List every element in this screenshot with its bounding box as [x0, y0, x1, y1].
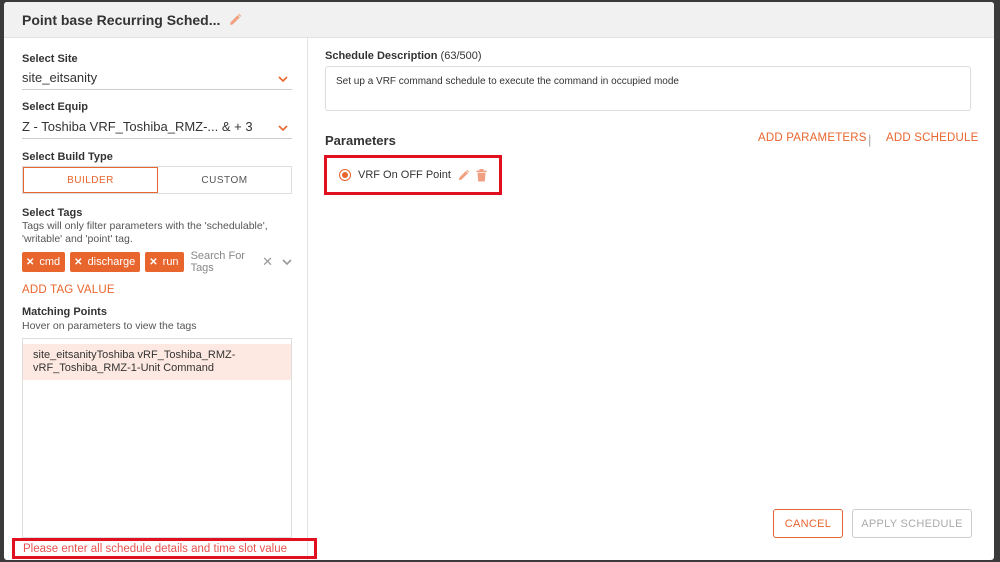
parameter-radio[interactable]	[339, 169, 351, 181]
dialog-titlebar: Point base Recurring Sched...	[4, 2, 994, 38]
equip-select[interactable]: Z - Toshiba VRF_Toshiba_RMZ-... & + 3	[22, 115, 292, 139]
description-label-text: Schedule Description	[325, 50, 438, 62]
apply-schedule-button[interactable]: APPLY SCHEDULE	[852, 509, 972, 538]
description-char-count: (63/500)	[440, 50, 482, 62]
site-select-value: site_eitsanity	[22, 70, 98, 85]
edit-parameter-pencil-icon[interactable]	[457, 169, 470, 182]
add-parameters-link[interactable]: ADD PARAMETERS	[758, 132, 867, 144]
select-tags-label: Select Tags	[22, 207, 83, 219]
clear-tags-icon[interactable]: ✕	[262, 254, 273, 270]
schedule-description-label: Schedule Description (63/500)	[325, 50, 482, 62]
tag-chip-label: discharge	[87, 256, 136, 268]
left-panel: Select Site site_eitsanity Select Equip …	[4, 38, 317, 560]
site-select[interactable]: site_eitsanity	[22, 66, 292, 90]
builder-option[interactable]: BUILDER	[23, 167, 158, 193]
link-separator: |	[868, 132, 872, 147]
dialog-title: Point base Recurring Sched...	[22, 11, 221, 28]
tag-chip[interactable]: ✕ discharge	[70, 252, 141, 272]
custom-option[interactable]: CUSTOM	[158, 167, 291, 193]
matching-points-list: site_eitsanityToshiba vRF_Toshiba_RMZ-vR…	[22, 338, 292, 538]
list-item[interactable]: site_eitsanityToshiba vRF_Toshiba_RMZ-vR…	[23, 344, 291, 380]
select-equip-label: Select Equip	[22, 101, 89, 113]
matching-help-text: Hover on parameters to view the tags	[22, 320, 197, 332]
equip-select-value: Z - Toshiba VRF_Toshiba_RMZ-... & + 3	[22, 119, 253, 134]
chevron-down-icon	[278, 71, 288, 86]
tag-chip[interactable]: ✕ run	[145, 252, 184, 272]
schedule-description-field[interactable]: Set up a VRF command schedule to execute…	[325, 66, 971, 111]
tag-search-input[interactable]: Search For Tags	[191, 250, 257, 274]
tags-help-text: Tags will only filter parameters with th…	[22, 220, 268, 245]
matching-points-label: Matching Points	[22, 306, 107, 318]
tags-input[interactable]: ✕ cmd ✕ discharge ✕ run Search For Tags ✕	[22, 250, 292, 274]
tag-chip-label: run	[162, 256, 179, 268]
remove-tag-icon[interactable]: ✕	[26, 257, 34, 268]
tag-chip-label: cmd	[39, 256, 61, 268]
schedule-dialog: Point base Recurring Sched... Select Sit…	[4, 2, 994, 560]
cancel-button[interactable]: CANCEL	[773, 509, 843, 538]
add-schedule-link[interactable]: ADD SCHEDULE	[886, 132, 979, 144]
error-message: Please enter all schedule details and ti…	[12, 538, 317, 559]
chevron-down-icon[interactable]	[282, 258, 292, 266]
chevron-down-icon	[278, 120, 288, 135]
remove-tag-icon[interactable]: ✕	[149, 257, 157, 268]
build-type-toggle: BUILDER CUSTOM	[22, 166, 292, 194]
tag-chip[interactable]: ✕ cmd	[22, 252, 66, 272]
right-panel: Schedule Description (63/500) Set up a V…	[309, 38, 994, 560]
build-type-label: Select Build Type	[22, 151, 113, 163]
remove-tag-icon[interactable]: ✕	[74, 257, 82, 268]
select-site-label: Select Site	[22, 53, 78, 65]
parameter-name: VRF On OFF Point	[358, 169, 451, 181]
parameters-title: Parameters	[325, 133, 396, 148]
edit-title-pencil-icon[interactable]	[228, 13, 242, 27]
add-tag-value-link[interactable]: ADD TAG VALUE	[22, 284, 115, 296]
parameter-item: VRF On OFF Point	[324, 155, 502, 195]
delete-parameter-trash-icon[interactable]	[476, 168, 487, 182]
